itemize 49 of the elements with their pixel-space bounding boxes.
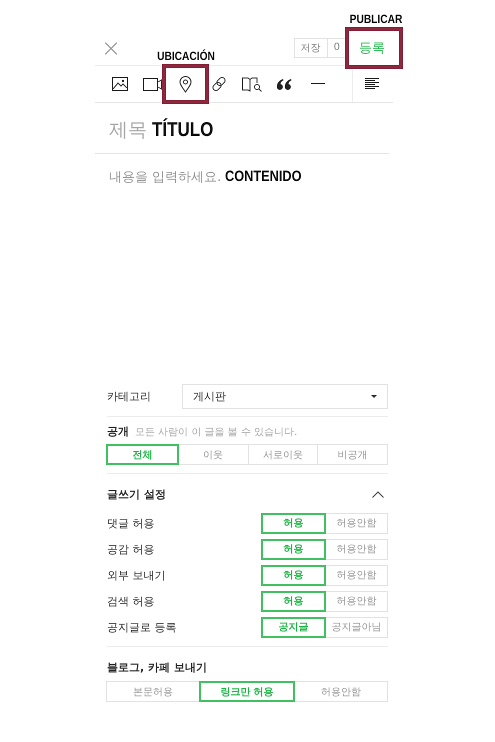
visibility-option[interactable]: 서로이웃 — [248, 444, 318, 465]
annotation-label: UBICACIÓN — [157, 49, 215, 63]
setting-label: 댓글 허용 — [107, 516, 156, 530]
publish-button[interactable]: 등록 — [351, 34, 393, 60]
align-left-icon[interactable] — [365, 78, 379, 90]
setting-label: 검색 허용 — [107, 594, 156, 608]
annotation-label: CONTENIDO — [225, 168, 302, 185]
collapse-chevron-icon[interactable] — [372, 491, 384, 498]
content-placeholder[interactable]: 내용을 입력하세요. — [109, 168, 222, 186]
setting-option[interactable]: 허용 — [261, 564, 326, 586]
setting-option[interactable]: 공지글 — [261, 616, 326, 638]
setting-option[interactable]: 허용 — [261, 590, 326, 612]
visibility-label: 공개 — [107, 424, 129, 439]
category-dropdown[interactable]: 게시판 — [182, 384, 388, 409]
horizontal-line-icon[interactable] — [310, 83, 324, 85]
visibility-option[interactable]: 이웃 — [178, 444, 248, 465]
setting-option[interactable]: 허용안함 — [325, 564, 388, 586]
share-option[interactable]: 허용안함 — [294, 681, 388, 702]
setting-label: 공지글로 등록 — [107, 620, 178, 634]
setting-option[interactable]: 허용안함 — [325, 590, 388, 612]
annotation-label: PUBLICAR — [350, 12, 402, 26]
close-icon[interactable]: × — [101, 36, 122, 60]
save-button[interactable]: 저장 — [294, 38, 328, 58]
title-placeholder[interactable]: 제목 — [109, 117, 147, 143]
highlight-frame — [345, 26, 403, 68]
visibility-hint: 모든 사람이 이 글을 볼 수 있습니다. — [135, 426, 298, 439]
setting-option[interactable]: 허용안함 — [325, 538, 388, 560]
image-icon[interactable] — [112, 77, 128, 91]
visibility-option[interactable]: 비공개 — [317, 444, 388, 465]
share-option[interactable]: 본문허용 — [106, 681, 200, 702]
video-icon[interactable] — [143, 78, 162, 90]
annotation-label: TÍTULO — [152, 119, 214, 142]
link-icon[interactable] — [210, 76, 226, 92]
setting-option[interactable]: 허용 — [261, 538, 326, 560]
location-pin-icon[interactable] — [179, 76, 192, 92]
setting-label: 공감 허용 — [107, 542, 156, 556]
quote-icon[interactable] — [277, 78, 292, 90]
share-option[interactable]: 링크만 허용 — [199, 681, 295, 702]
share-title: 블로그, 카페 보내기 — [107, 660, 207, 675]
category-label: 카테고리 — [107, 389, 152, 404]
setting-option[interactable]: 허용안함 — [325, 512, 388, 534]
visibility-option[interactable]: 전체 — [106, 444, 179, 465]
setting-option[interactable]: 허용 — [261, 512, 326, 534]
setting-option[interactable]: 공지글아님 — [325, 616, 388, 638]
setting-label: 외부 보내기 — [107, 568, 166, 582]
writing-settings-title: 글쓰기 설정 — [107, 487, 166, 502]
highlight-frame — [162, 64, 209, 104]
caret-icon — [371, 395, 377, 398]
book-search-icon[interactable] — [242, 76, 262, 92]
